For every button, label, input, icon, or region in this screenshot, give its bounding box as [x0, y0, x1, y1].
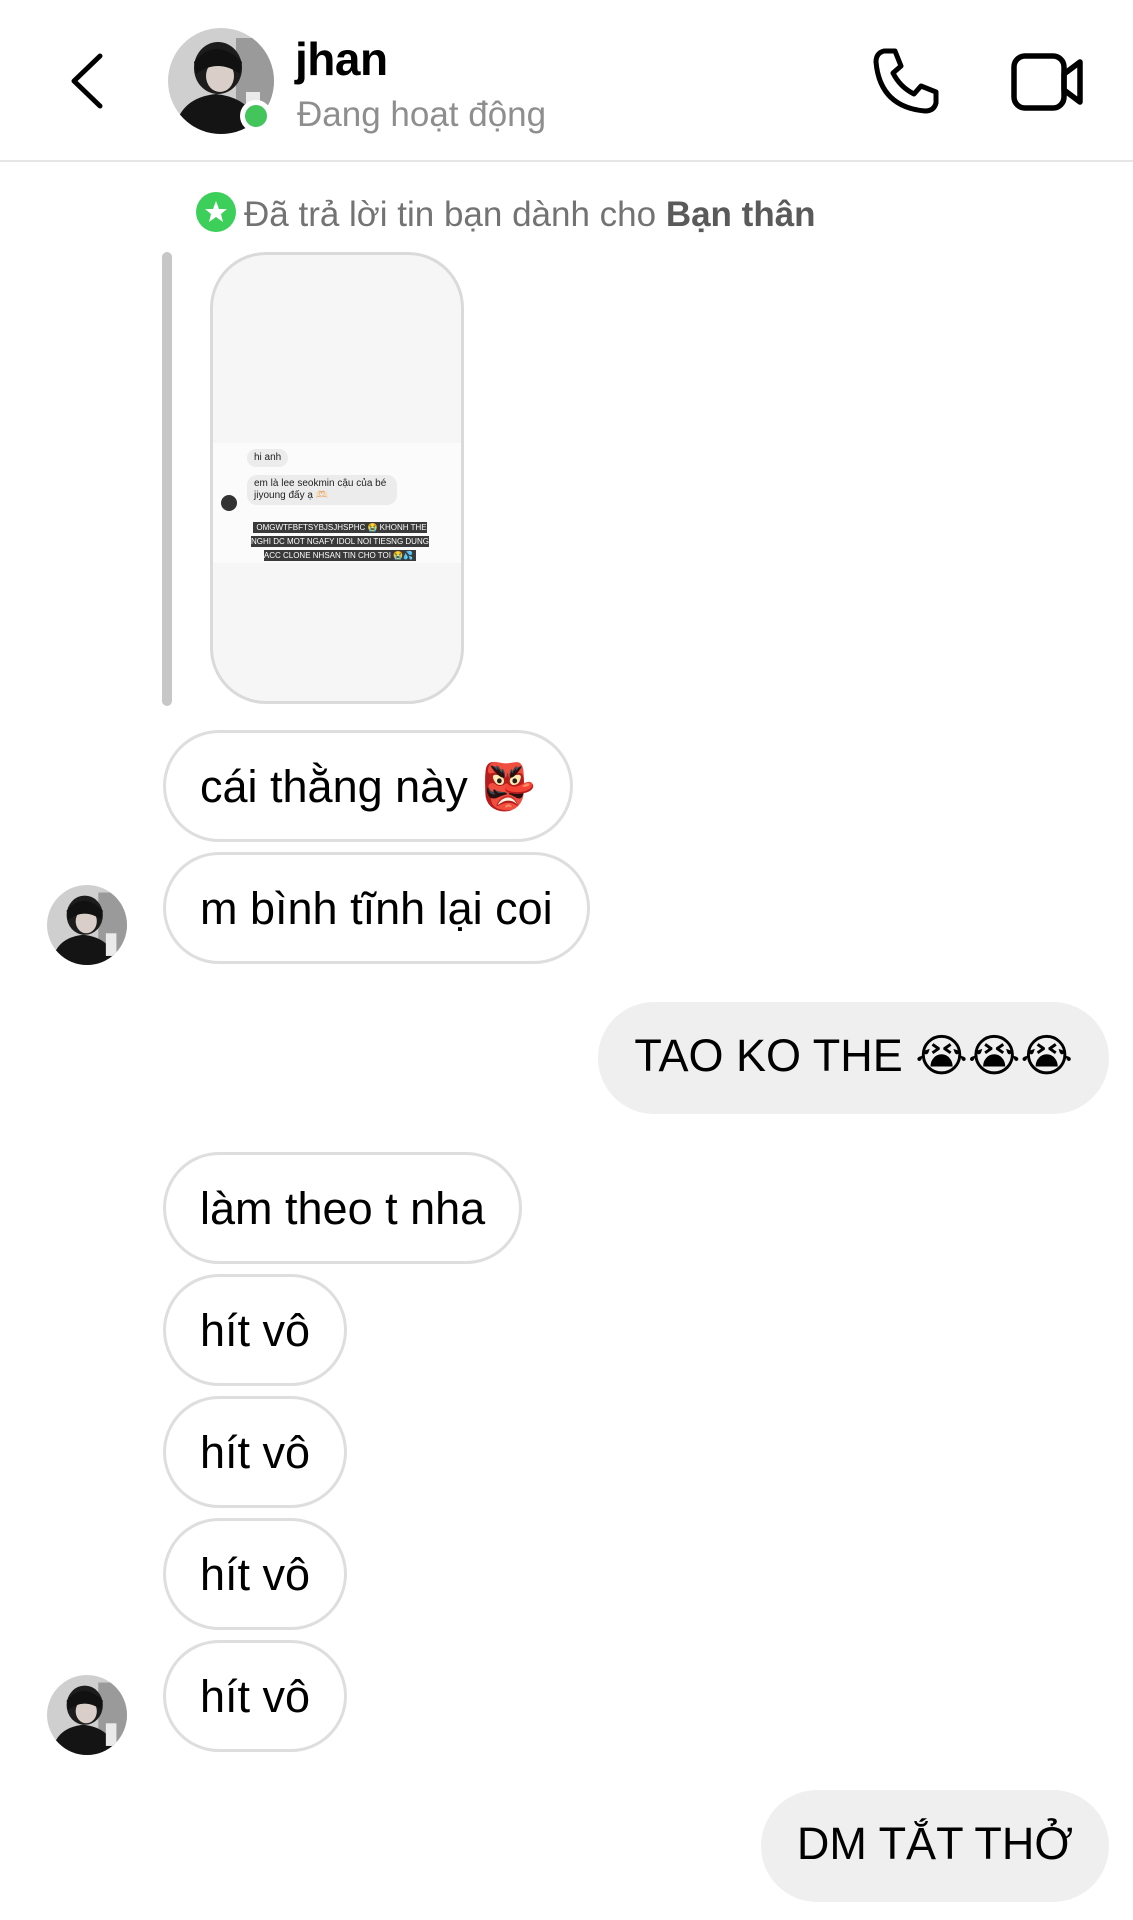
back-button[interactable]: [60, 48, 120, 114]
story-mini-message: em là lee seokmin cậu của bé jiyoung đấy…: [247, 475, 397, 505]
chat-screen: jhan Đang hoạt động Đã trả lời tin bạn d…: [0, 0, 1133, 1920]
story-caption: OMGWTFBFTSYBJSJHSPHC 😭 KHONH THE NGHI DC…: [251, 522, 429, 561]
message-bubble-incoming[interactable]: hít vô: [163, 1518, 348, 1630]
message-bubble-incoming[interactable]: hít vô: [163, 1640, 348, 1752]
message-bubble-incoming[interactable]: m bình tĩnh lại coi: [163, 852, 590, 964]
message-bubble-outgoing[interactable]: TAO KO THE 😭😭😭: [598, 1002, 1109, 1114]
online-status-dot: [240, 100, 272, 132]
close-friends-star-icon: [196, 192, 236, 232]
sender-avatar[interactable]: [47, 885, 127, 965]
video-camera-icon: [1011, 53, 1083, 111]
reply-indicator-bar: [162, 252, 172, 706]
sender-avatar[interactable]: [47, 1675, 127, 1755]
close-friends-label: Bạn thân: [665, 195, 816, 234]
back-icon: [71, 53, 103, 109]
message-bubble-incoming[interactable]: làm theo t nha: [163, 1152, 523, 1264]
story-mini-message: hi anh: [247, 449, 289, 467]
story-mini-avatar: [221, 495, 237, 511]
chat-header: jhan Đang hoạt động: [0, 0, 1133, 162]
message-bubble-incoming[interactable]: hít vô: [163, 1274, 348, 1386]
audio-call-button[interactable]: [870, 45, 942, 117]
message-bubble-incoming[interactable]: hít vô: [163, 1396, 348, 1508]
message-bubble-outgoing[interactable]: DM TẮT THỞ: [760, 1790, 1109, 1902]
message-bubble-incoming[interactable]: cái thằng này 👺: [163, 730, 574, 842]
contact-name[interactable]: jhan: [295, 32, 388, 86]
video-call-button[interactable]: [1010, 50, 1086, 114]
story-thumbnail[interactable]: hi anh em là lee seokmin cậu của bé jiyo…: [210, 252, 464, 704]
activity-status: Đang hoạt động: [297, 95, 547, 134]
story-reply-note-text: Đã trả lời tin bạn dành cho: [244, 195, 666, 234]
phone-icon: [873, 48, 939, 114]
story-reply-note: Đã trả lời tin bạn dành cho Bạn thân: [196, 192, 816, 235]
